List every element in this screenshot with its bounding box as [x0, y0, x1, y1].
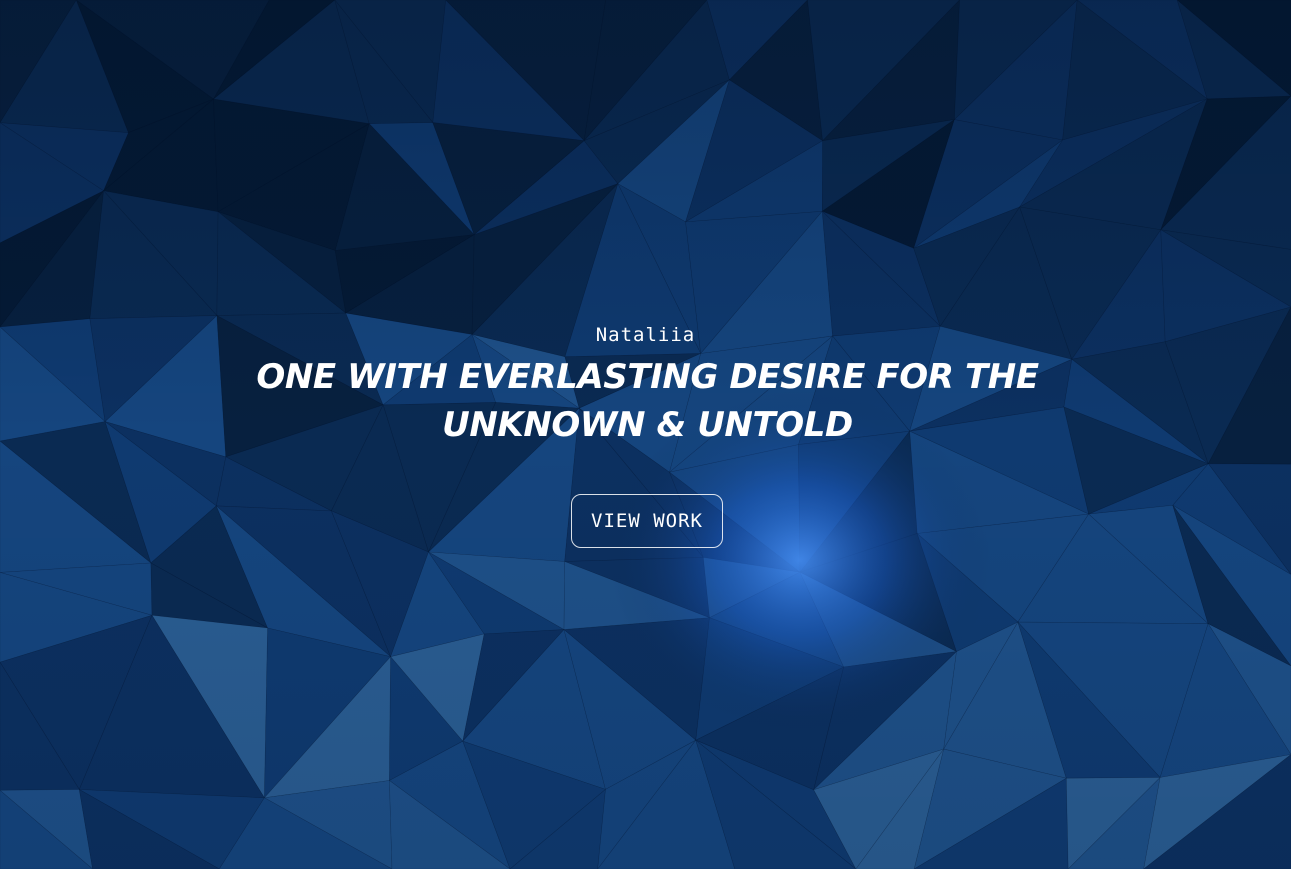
- hero-content: Nataliia ONE WITH EVERLASTING DESIRE FOR…: [0, 0, 1291, 869]
- author-name: Nataliia: [595, 324, 696, 346]
- hero-section: Nataliia ONE WITH EVERLASTING DESIRE FOR…: [0, 0, 1291, 869]
- hero-headline: ONE WITH EVERLASTING DESIRE FOR THE UNKN…: [256, 357, 1039, 445]
- view-work-button[interactable]: VIEW WORK: [571, 494, 723, 548]
